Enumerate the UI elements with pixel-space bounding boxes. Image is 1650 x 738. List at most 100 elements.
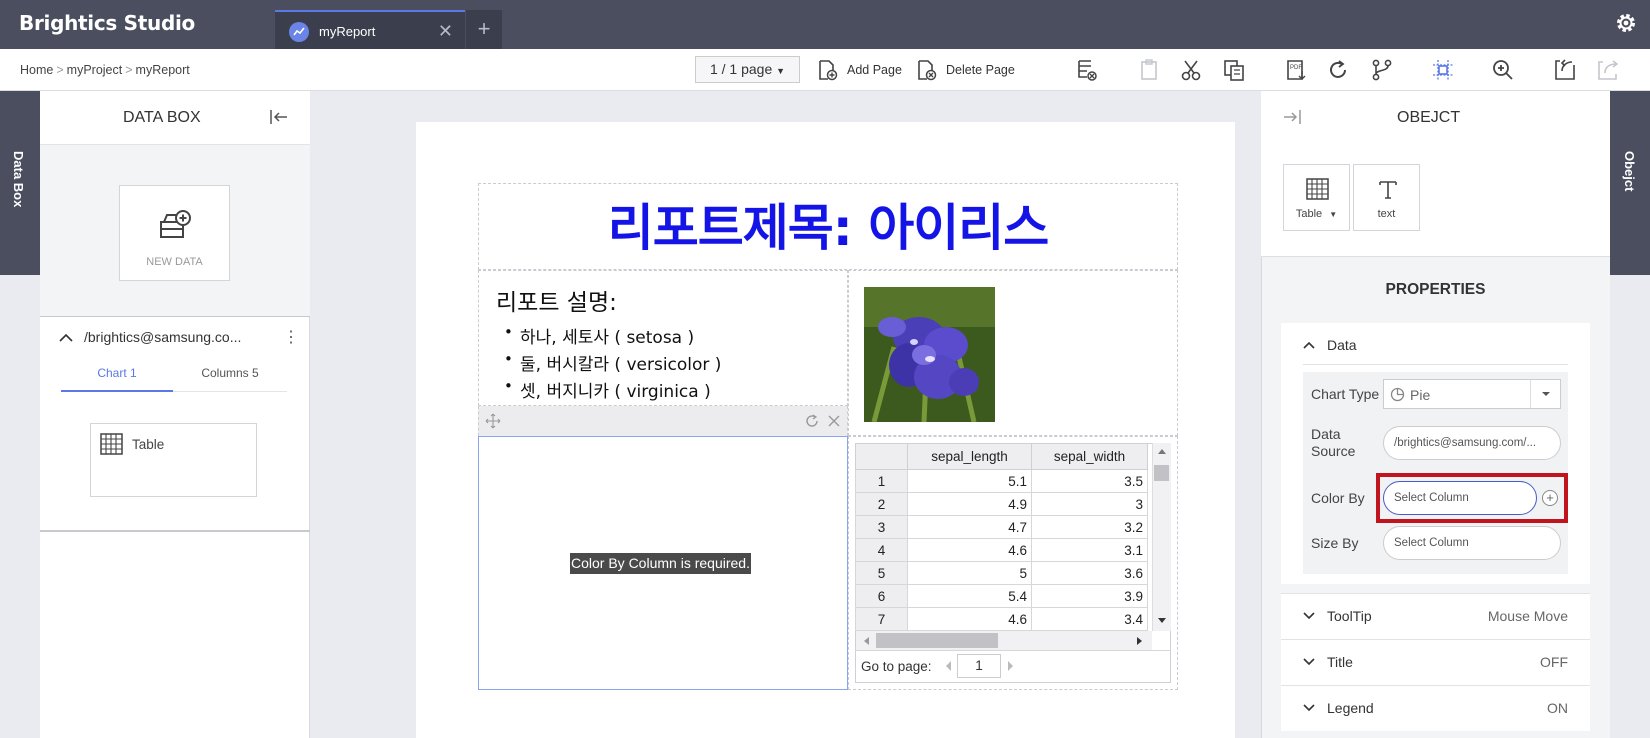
page-select[interactable]: 1 / 1 page ▼ [695, 56, 800, 83]
breadcrumb-report[interactable]: myReport [136, 63, 190, 77]
remove-object-icon[interactable] [1074, 57, 1100, 83]
branch-icon[interactable] [1369, 57, 1395, 83]
row-number: 2 [855, 492, 908, 516]
export-pdf-icon[interactable]: PDF [1284, 57, 1310, 83]
copy-icon[interactable] [1221, 57, 1247, 83]
pie-chart-icon [1390, 387, 1405, 402]
share-icon[interactable] [1595, 57, 1621, 83]
refresh-icon[interactable] [1325, 57, 1351, 83]
table-cell[interactable]: 3.4 [1031, 607, 1148, 631]
table-cell[interactable]: 5.1 [907, 469, 1032, 493]
new-data-label: NEW DATA [146, 256, 203, 268]
move-handle-icon[interactable] [485, 413, 501, 429]
data-section-label[interactable]: Data [1327, 337, 1357, 353]
description-item: 하나, 세토사 ( setosa ) [504, 323, 694, 348]
table-header-row: sepal_length sepal_width [855, 443, 1148, 470]
refresh-chart-icon[interactable] [804, 413, 820, 429]
horizontal-scroll-thumb[interactable] [876, 633, 998, 648]
object-text-button[interactable]: text [1353, 164, 1420, 231]
table-item-card[interactable]: Table [90, 423, 257, 497]
row-number: 7 [855, 607, 908, 631]
table-row: 1 5.1 3.5 [855, 469, 1148, 493]
fit-to-page-icon[interactable] [1430, 57, 1456, 83]
table-cell[interactable]: 3.5 [1031, 469, 1148, 493]
page-select-value: 1 / 1 page [709, 61, 773, 77]
tab-columns[interactable]: Columns 5 [173, 361, 287, 392]
header-sepal-length[interactable]: sepal_length [907, 443, 1032, 470]
collapse-right-icon[interactable] [1281, 107, 1303, 127]
delete-page-button[interactable]: Delete Page [914, 57, 1015, 83]
data-source-field[interactable]: /brightics@samsung.com/... [1383, 426, 1561, 460]
tab-chart-1[interactable]: Chart 1 [61, 361, 173, 392]
paste-icon[interactable] [1136, 57, 1162, 83]
table-cell[interactable]: 3.9 [1031, 584, 1148, 608]
new-data-button[interactable]: NEW DATA [119, 185, 230, 281]
settings-gear-icon[interactable] [1613, 10, 1639, 36]
properties-title: PROPERTIES [1385, 281, 1486, 298]
title-section[interactable]: Title OFF [1281, 639, 1590, 685]
chart-type-dropdown[interactable] [1530, 380, 1560, 408]
scroll-left-icon[interactable] [862, 636, 870, 646]
close-widget-icon[interactable] [826, 413, 842, 429]
object-side-tab[interactable]: Obejct [1610, 91, 1650, 275]
cut-icon[interactable] [1178, 57, 1204, 83]
table-cell[interactable]: 3.1 [1031, 538, 1148, 562]
table-icon [1306, 178, 1329, 200]
datasource-path: /brightics@samsung.co... [84, 329, 242, 345]
chart-type-select[interactable]: Pie [1383, 379, 1561, 409]
scroll-up-icon[interactable] [1157, 447, 1167, 455]
next-page-icon[interactable] [1007, 660, 1015, 672]
goto-page-input[interactable]: 1 [957, 654, 1001, 678]
row-number: 1 [855, 469, 908, 493]
header-sepal-width[interactable]: sepal_width [1031, 443, 1148, 470]
app-header [0, 0, 1650, 49]
table-cell[interactable]: 3 [1031, 492, 1148, 516]
table-item-label: Table [132, 437, 165, 452]
chart-error-message: Color By Column is required. [570, 553, 751, 574]
table-cell[interactable]: 4.9 [907, 492, 1032, 516]
color-by-label: Color By [1311, 490, 1365, 506]
table-icon [100, 433, 123, 455]
title-label: Title [1327, 654, 1353, 670]
table-cell[interactable]: 4.6 [907, 607, 1032, 631]
prev-page-icon[interactable] [944, 660, 952, 672]
more-options-icon[interactable]: ⋮ [283, 329, 299, 347]
table-cell[interactable]: 5.4 [907, 584, 1032, 608]
delete-page-label: Delete Page [946, 63, 1015, 77]
tab-label: myReport [319, 24, 376, 39]
object-table-label: Table ▼ [1295, 208, 1338, 220]
description-item: 셋, 버지니카 ( virginica ) [504, 377, 711, 402]
vertical-scroll-thumb[interactable] [1154, 465, 1169, 481]
tooltip-label: ToolTip [1327, 608, 1372, 624]
object-table-button[interactable]: Table ▼ [1283, 164, 1350, 231]
add-column-icon[interactable]: + [1542, 490, 1558, 506]
report-chart-icon [289, 22, 309, 42]
import-icon[interactable] [1552, 57, 1578, 83]
zoom-in-icon[interactable] [1490, 57, 1516, 83]
table-cell[interactable]: 3.2 [1031, 515, 1148, 539]
scroll-down-icon[interactable] [1157, 617, 1167, 625]
add-page-button[interactable]: Add Page [815, 57, 902, 83]
data-box-side-tab[interactable]: Data Box [0, 91, 40, 275]
chevron-up-icon[interactable] [58, 331, 74, 345]
collapse-left-icon[interactable] [268, 107, 290, 127]
chevron-down-icon [1303, 612, 1315, 620]
breadcrumb-project[interactable]: myProject [67, 63, 123, 77]
title-value: OFF [1540, 654, 1568, 670]
scroll-right-icon[interactable] [1136, 636, 1144, 646]
breadcrumb-home[interactable]: Home [20, 63, 53, 77]
new-tab-button[interactable]: + [466, 10, 502, 49]
legend-section[interactable]: Legend ON [1281, 685, 1590, 731]
chevron-up-icon[interactable] [1302, 339, 1316, 351]
app-brand: Brightics Studio [19, 11, 195, 35]
row-number: 3 [855, 515, 908, 539]
size-by-select[interactable]: Select Column [1383, 526, 1561, 560]
color-by-select[interactable]: Select Column [1383, 481, 1537, 515]
tab-myreport[interactable]: myReport ✕ [275, 10, 465, 49]
table-cell[interactable]: 4.6 [907, 538, 1032, 562]
close-tab-icon[interactable]: ✕ [438, 21, 453, 42]
tooltip-section[interactable]: ToolTip Mouse Move [1281, 593, 1590, 639]
table-cell[interactable]: 3.6 [1031, 561, 1148, 585]
table-cell[interactable]: 5 [907, 561, 1032, 585]
table-cell[interactable]: 4.7 [907, 515, 1032, 539]
